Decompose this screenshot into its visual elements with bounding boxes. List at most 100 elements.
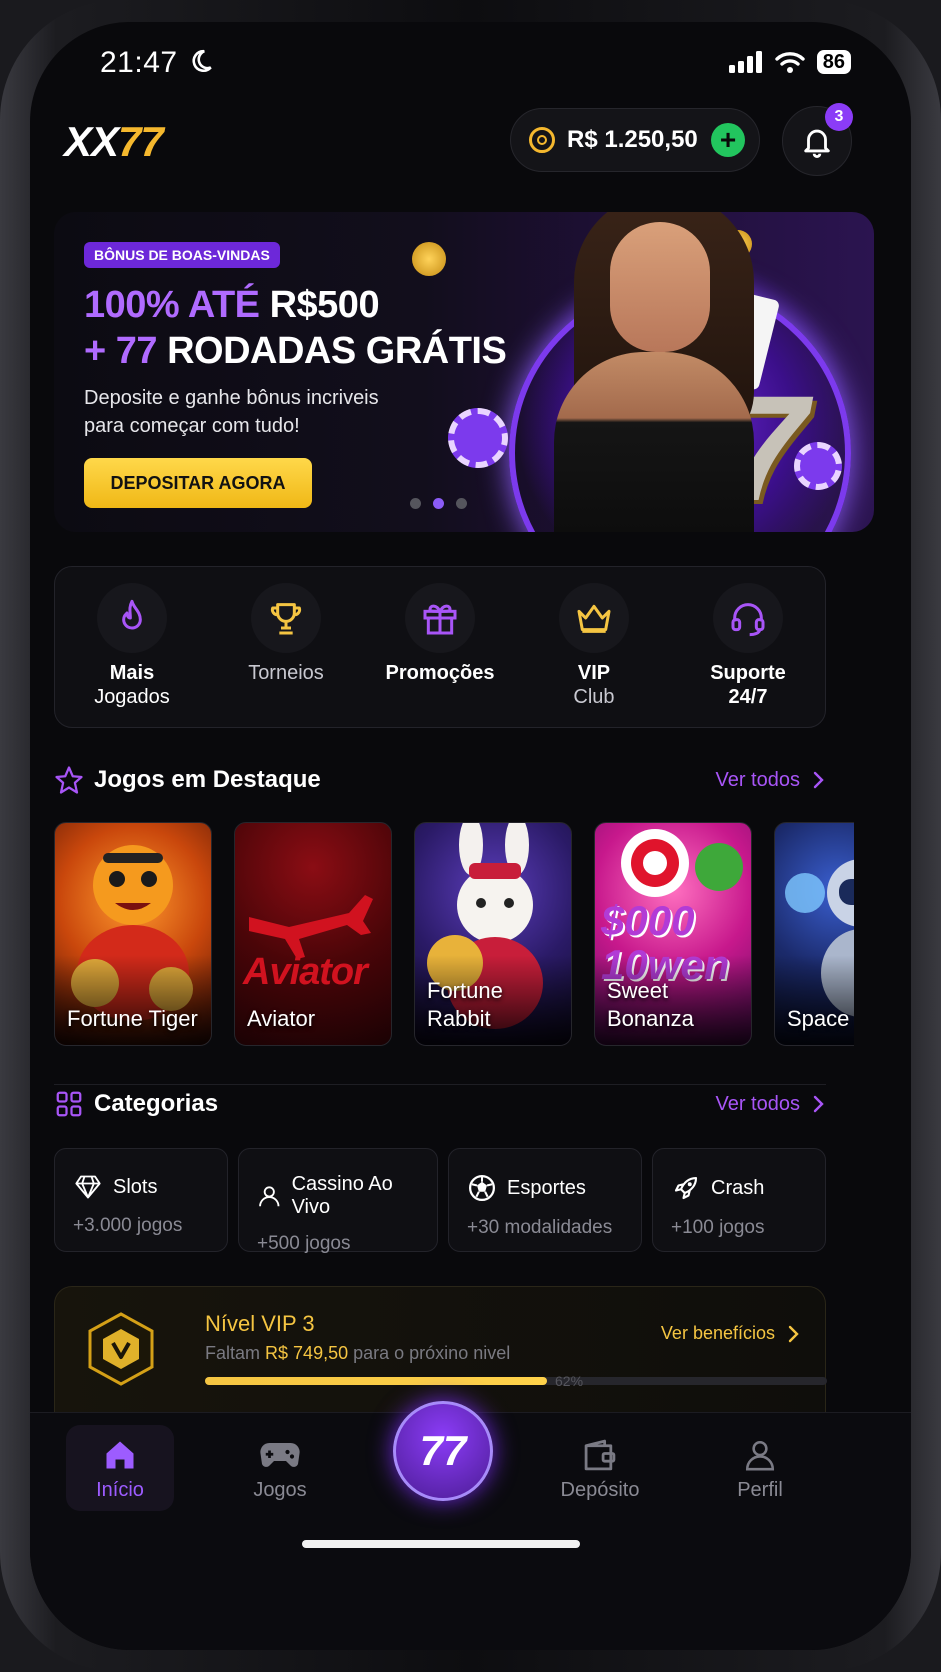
categories-see-all-link[interactable]: Ver todos [715,1093,826,1116]
game-card-space-man[interactable]: Space Man [774,822,854,1046]
vip-sub-prefix: Faltam [205,1343,261,1363]
promo-banner[interactable]: 7 BÔNUS DE BOAS-VINDAS 100% ATÉ R$500 + … [54,212,874,532]
section-title: Jogos em Destaque [94,766,321,793]
flame-icon [122,599,142,630]
crown-icon [577,604,611,633]
quick-label: Mais [109,662,155,684]
nav-label: Depósito [560,1479,640,1501]
category-sports[interactable]: Esportes +30 modalidades [448,1148,642,1252]
game-card-fortune-rabbit[interactable]: Fortune Rabbit [414,822,572,1046]
bonus-description: Deposite e ganhe bônus incriveis para co… [84,387,379,437]
vip-benefits-link[interactable]: Ver benefícios [661,1323,801,1344]
vip-progress-percent: 62% [555,1373,584,1389]
game-card-aviator[interactable]: Aviator Aviator [234,822,392,1046]
game-name: Aviator [247,1006,316,1031]
bottom-navigation: Início Jogos 77 Depósito Perfil [30,1401,911,1650]
quick-item-support[interactable]: Suporte 24/7 [678,583,818,727]
add-funds-button[interactable]: + [711,123,745,157]
category-name: Slots [113,1175,158,1198]
vip-progress-text: Faltam R$ 749,50 para o próxino nivel [205,1343,510,1364]
category-slots[interactable]: Slots +3.000 jogos [54,1148,228,1252]
deposit-now-button[interactable]: DEPOSITAR AGORA [84,458,312,508]
category-live-casino[interactable]: Cassino Ao Vivo +500 jogos [238,1148,438,1254]
quick-item-most-played[interactable]: Mais Jogados [62,583,202,727]
category-crash[interactable]: Crash +100 jogos [652,1148,826,1252]
bonus-amount: R$500 [269,284,380,326]
signal-icon [728,51,762,73]
vip-progress-fill [205,1377,548,1385]
battery-indicator: 86 [816,50,851,74]
bonus-tag: BÔNUS DE BOAS-VINDAS [84,242,280,268]
featured-games-row: Fortune Tiger Aviator Aviator Fortune Ra… [54,822,854,1046]
category-name: Cassino Ao Vivo [291,1173,393,1218]
bonus-headline-1: 100% ATÉ R$500 [84,284,380,327]
status-icons: 86 [728,50,851,74]
game-card-fortune-tiger[interactable]: Fortune Tiger [54,822,212,1046]
soccer-ball-icon [469,1175,495,1201]
chevron-right-icon [813,771,824,789]
brand-logo[interactable]: XX77games [64,118,212,962]
category-name: Esportes [507,1176,586,1199]
nav-home[interactable]: Início [66,1425,174,1511]
vip-sub-suffix: para o próxino nivel [353,1343,511,1363]
bonus-headline-2: + 77 RODADAS GRÁTIS [84,330,507,373]
aviator-logo: Aviator [243,951,368,993]
grid-icon [56,1091,82,1117]
quick-label-2: Club [573,686,615,708]
quick-label-2: 24/7 [728,686,768,708]
category-sub: +100 jogos [671,1217,765,1238]
game-card-sweet-bonanza[interactable]: $000 10wen Sweet Bonanza [594,822,752,1046]
logo-77: 77 [118,118,164,165]
featured-see-all-link[interactable]: Ver todos [715,769,826,792]
star-icon [55,766,83,794]
bonus-spins-count: + 77 [84,330,158,372]
phone-frame: 21:47 86 XX77games R$ 1.250,50 + 3 7 BÔN… [0,0,941,1672]
vip-progress-track [205,1377,827,1385]
quick-label: VIP [577,662,611,684]
nav-center-77-button[interactable]: 77 [393,1401,493,1501]
vip-amount-left: R$ 749,50 [265,1343,349,1363]
balance-amount: R$ 1.250,50 [567,126,698,153]
category-name: Crash [711,1176,765,1199]
bell-icon [804,129,830,158]
quick-item-tournaments[interactable]: Torneios [216,583,356,727]
model-body-image [554,352,754,532]
moon-icon [192,49,212,72]
home-indicator[interactable] [302,1540,580,1548]
quick-label: Suporte [710,662,786,684]
vip-benefits-label: Ver benefícios [660,1323,775,1343]
category-sub: +30 modalidades [467,1217,613,1238]
gamepad-icon [260,1442,300,1467]
notifications-button[interactable]: 3 [782,103,853,176]
model-face-image [610,222,710,352]
carousel-dot[interactable] [456,498,467,509]
quick-menu: Mais Jogados Torneios Promoções VIP Club… [54,566,826,728]
bonus-spins-label: RODADAS GRÁTIS [167,330,507,372]
person-icon [259,1186,280,1207]
quick-label: Torneios [248,662,324,684]
carousel-dots [410,498,467,509]
nav-deposit[interactable]: Depósito [546,1425,654,1511]
profile-icon [745,1440,775,1471]
see-all-label: Ver todos [715,768,800,791]
nav-label: Início [96,1479,144,1501]
chevron-right-icon [788,1325,799,1342]
nav-label: Perfil [737,1479,783,1501]
category-sub: +3.000 jogos [73,1215,183,1236]
trophy-icon [270,603,302,635]
categories-header: Categorias Ver todos [54,1084,826,1124]
quick-item-vip[interactable]: VIP Club [524,583,664,727]
nav-games[interactable]: Jogos [226,1425,334,1511]
quick-label: Promoções [385,662,495,684]
nav-profile[interactable]: Perfil [706,1425,814,1511]
logo-xx: XX [64,118,119,165]
coin-icon [529,127,555,153]
game-name: Fortune Rabbit [427,978,503,1031]
gold-coin-icon [412,242,446,276]
quick-item-promotions[interactable]: Promoções [370,583,510,727]
carousel-dot[interactable] [410,498,421,509]
balance-pill[interactable]: R$ 1.250,50 + [510,108,760,172]
bonus-percent: 100% ATÉ [84,284,260,326]
carousel-dot-active[interactable] [433,498,444,509]
wifi-icon [775,52,805,73]
